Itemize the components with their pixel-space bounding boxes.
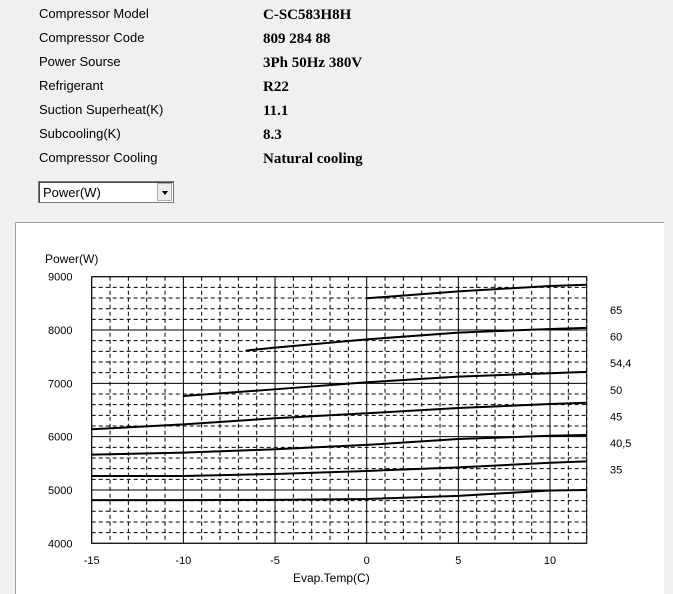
- y-tick-label: 8000: [48, 325, 72, 337]
- legend-label: 40,5: [610, 438, 631, 450]
- y-axis-label: Power(W): [45, 252, 98, 266]
- series-line: [91, 434, 587, 456]
- x-tick-label: 5: [455, 555, 461, 567]
- y-tick-label: 5000: [48, 485, 72, 497]
- y-tick-label: 6000: [48, 432, 72, 444]
- legend-label: 50: [610, 385, 622, 397]
- y-tick-label: 9000: [48, 272, 72, 284]
- y-tick-label: 7000: [48, 378, 72, 390]
- x-tick-label: -15: [84, 555, 100, 567]
- series-line: [91, 401, 587, 431]
- x-tick-label: 10: [544, 555, 556, 567]
- plot-frame: [91, 276, 588, 544]
- x-tick-label: -5: [270, 555, 280, 567]
- legend-label: 65: [610, 305, 622, 317]
- legend-label: 54,4: [610, 358, 631, 370]
- x-tick-label: -10: [175, 555, 191, 567]
- series-line: [245, 326, 587, 352]
- series-line: [91, 488, 587, 502]
- x-axis-label: Evap.Temp(C): [293, 571, 370, 585]
- power-chart: -15 -10 -5 0 5 10 4000 5000 6000 7000 8000 9000 Powe…: [45, 252, 631, 585]
- y-tick-label: 4000: [48, 538, 72, 550]
- x-tick-label: 0: [364, 555, 370, 567]
- legend-label: 60: [610, 332, 622, 344]
- legend-label: 45: [610, 411, 622, 423]
- legend-label: 35: [610, 465, 622, 477]
